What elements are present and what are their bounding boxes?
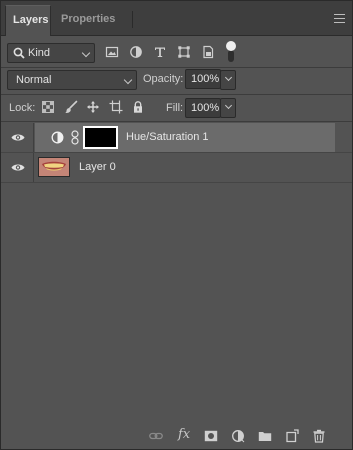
link-layers-icon[interactable] [149, 429, 163, 443]
adjustment-layer-icon[interactable] [231, 429, 245, 443]
layer-thumbnail[interactable] [38, 157, 70, 177]
visibility-toggle[interactable] [1, 123, 34, 152]
new-layer-icon[interactable] [285, 429, 299, 443]
layer-name[interactable]: Hue/Saturation 1 [126, 131, 209, 143]
blend-mode-select[interactable]: Normal [7, 70, 137, 90]
kind-filter-label: Kind [28, 47, 51, 59]
filter-toggle-switch[interactable] [225, 41, 237, 63]
lock-row: Lock: Fill: 100% [1, 97, 352, 119]
adjustment-filter-icon[interactable] [129, 45, 143, 59]
fill-label: Fill: [166, 102, 184, 114]
visibility-toggle[interactable] [1, 153, 34, 182]
fill-input[interactable]: 100% [185, 98, 221, 118]
layer-mask-thumbnail[interactable] [83, 126, 118, 149]
lock-artboard-icon[interactable] [109, 100, 123, 114]
eye-icon [11, 164, 25, 171]
group-folder-icon[interactable] [258, 429, 272, 443]
fill-value: 100% [191, 102, 220, 114]
filter-row: Kind [1, 39, 352, 67]
lock-image-pixels-icon[interactable] [64, 100, 78, 114]
lock-transparent-pixels-icon[interactable] [41, 100, 55, 114]
layers-panel: Layers Properties Kind Normal Opacity: 1… [0, 0, 353, 450]
chevron-down-icon [81, 48, 91, 58]
hue-saturation-adjustment-icon [51, 131, 64, 144]
shape-filter-icon[interactable] [177, 45, 191, 59]
chevron-down-icon [224, 101, 233, 110]
blend-mode-value: Normal [16, 74, 52, 86]
layer-name[interactable]: Layer 0 [79, 161, 116, 173]
bottom-toolbar: fx [1, 424, 352, 449]
layers-list: Hue/Saturation 1 Layer 0 [1, 122, 352, 422]
lock-label: Lock: [9, 102, 36, 114]
opacity-dropdown-button[interactable] [220, 70, 236, 90]
kind-filter-select[interactable]: Kind [7, 43, 95, 63]
chain-link-icon[interactable] [71, 130, 79, 145]
add-mask-icon[interactable] [204, 429, 218, 443]
type-filter-icon[interactable] [153, 45, 167, 59]
layer-row-hue-saturation[interactable]: Hue/Saturation 1 [1, 123, 352, 152]
fill-dropdown-button[interactable] [220, 98, 236, 118]
blend-row: Normal Opacity: 100% [1, 69, 352, 91]
fx-icon[interactable]: fx [178, 427, 190, 442]
opacity-label: Opacity: [143, 73, 184, 85]
smart-object-filter-icon[interactable] [201, 45, 215, 59]
smile-photo-image [39, 158, 69, 176]
tab-layers[interactable]: Layers [5, 5, 51, 36]
opacity-value: 100% [191, 73, 220, 85]
eye-icon [11, 134, 25, 141]
panel-menu-icon[interactable] [334, 14, 345, 23]
chevron-down-icon [224, 73, 233, 82]
search-icon [13, 47, 25, 59]
lock-position-icon[interactable] [86, 100, 100, 114]
tab-properties[interactable]: Properties [53, 5, 134, 36]
opacity-input[interactable]: 100% [185, 69, 221, 89]
layer-row-layer-0[interactable]: Layer 0 [1, 153, 352, 182]
chevron-down-icon [123, 75, 133, 85]
tab-bar: Layers Properties [1, 1, 352, 36]
trash-icon[interactable] [312, 429, 326, 443]
pixel-filter-icon[interactable] [105, 45, 119, 59]
lock-all-icon[interactable] [131, 100, 145, 114]
